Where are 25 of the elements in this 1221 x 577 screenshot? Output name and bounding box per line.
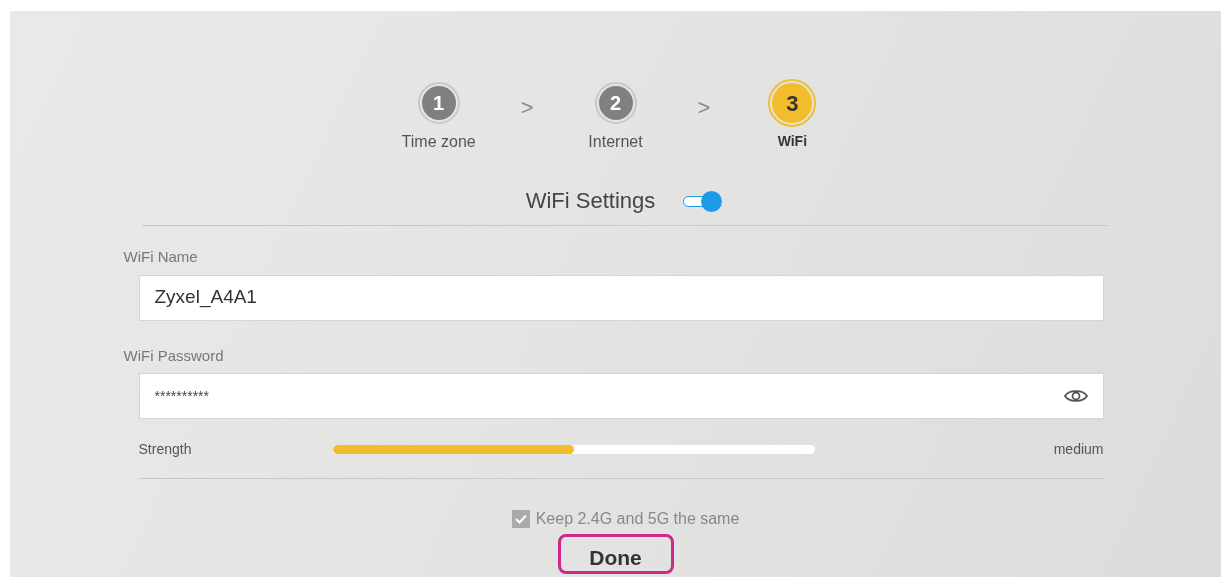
done-button[interactable]: Done [557,534,674,574]
step-label: Internet [588,132,643,152]
checkbox[interactable] [511,510,530,528]
password-value: ********** [154,386,209,406]
checkbox-label: Keep 2.4G and 5G the same [535,509,740,529]
step-number: 3 [772,83,813,123]
step-number: 1 [421,86,456,120]
step-separator: > [520,94,534,122]
strength-reading: medium [1053,440,1104,459]
field-label: WiFi Password [123,345,225,366]
step-separator: > [697,94,711,122]
toggle-switch[interactable] [683,190,724,211]
eye-icon[interactable] [1063,388,1088,404]
step[interactable]: 1 Time zone [378,79,499,154]
step[interactable]: 2 Internet [555,79,676,154]
strength-label: Strength [138,440,193,459]
step-number: 2 [598,86,633,120]
section-title: WiFi Settings [525,187,656,215]
field-label: WiFi Name [123,247,199,267]
step-label: Time zone [401,132,476,152]
checkmark-icon [514,514,527,524]
password-field[interactable]: ********** [138,373,1104,419]
input-field[interactable]: Zyxel_A4A1 [138,274,1104,321]
step[interactable]: 3 WiFi [732,79,853,152]
step-label: WiFi [777,132,808,151]
